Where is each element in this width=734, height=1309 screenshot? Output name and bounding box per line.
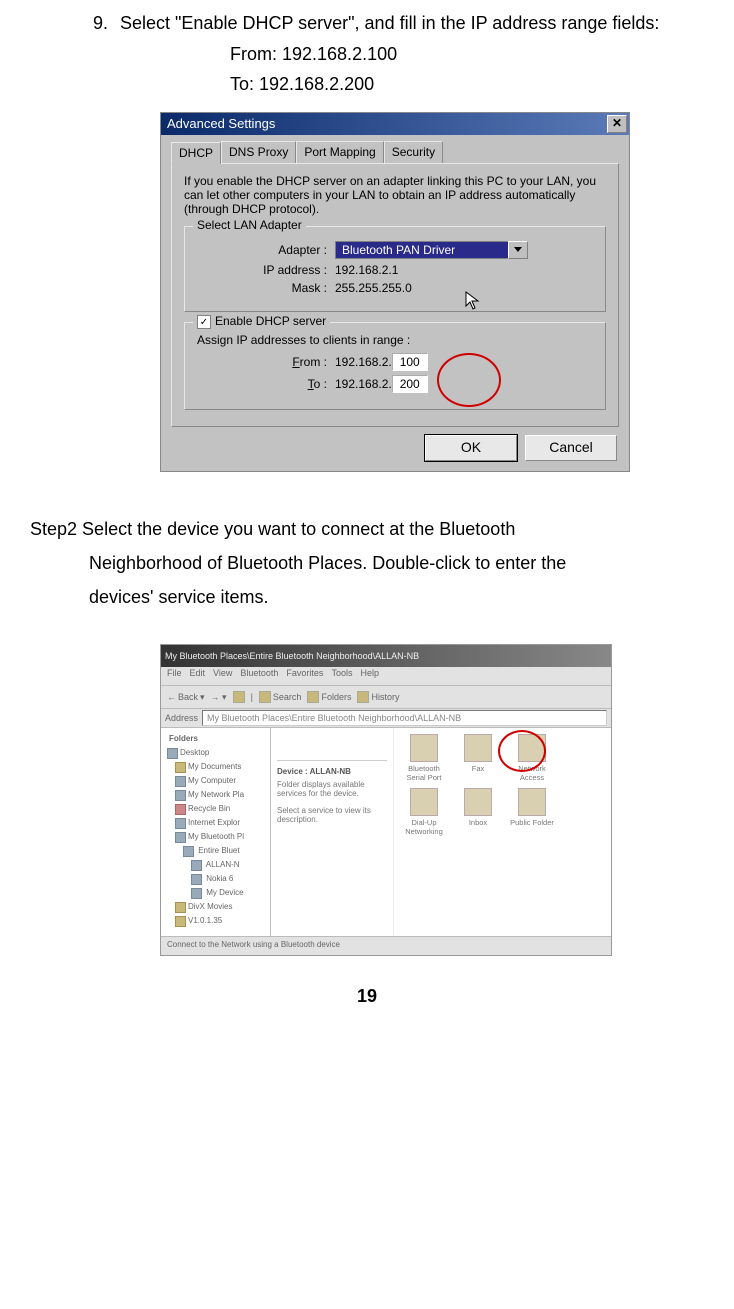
cancel-button[interactable]: Cancel: [525, 435, 617, 461]
titlebar: Advanced Settings ✕: [161, 113, 629, 135]
info-text-1: Folder displays available services for t…: [277, 780, 387, 798]
menu-favorites[interactable]: Favorites: [286, 668, 323, 684]
enable-dhcp-label: Enable DHCP server: [215, 314, 326, 328]
network-access-icon: [518, 734, 546, 762]
folders-button[interactable]: Folders: [307, 691, 351, 703]
step-text: Select "Enable DHCP server", and fill in…: [120, 8, 660, 39]
folders-header: Folders: [163, 732, 207, 746]
dhcp-range-group: ✓Enable DHCP server Assign IP addresses …: [184, 322, 606, 410]
dhcp-description: If you enable the DHCP server on an adap…: [184, 174, 606, 216]
tab-port-mapping[interactable]: Port Mapping: [296, 141, 383, 163]
service-item[interactable]: Public Folder: [508, 788, 556, 836]
search-button[interactable]: Search: [259, 691, 302, 703]
from-line: From: 192.168.2.100: [30, 39, 704, 70]
ip-address-label: IP address :: [197, 263, 335, 277]
to-input[interactable]: 200: [392, 375, 428, 393]
tabs: DHCP DNS Proxy Port Mapping Security: [161, 135, 629, 163]
public-folder-icon: [518, 788, 546, 816]
dialog-buttons: OK Cancel: [161, 435, 629, 471]
inbox-icon: [464, 788, 492, 816]
info-panel: Device : ALLAN-NB Folder displays availa…: [271, 728, 394, 936]
menu-file[interactable]: File: [167, 668, 182, 684]
service-item[interactable]: Bluetooth Serial Port: [400, 734, 448, 782]
menu-edit[interactable]: Edit: [190, 668, 206, 684]
menu-bar: File Edit View Bluetooth Favorites Tools…: [161, 667, 611, 686]
to-prefix: 192.168.2.: [335, 377, 392, 391]
tree-item[interactable]: DivX Movies: [163, 900, 268, 914]
cursor-icon: [465, 291, 481, 311]
tree-item[interactable]: My Device: [163, 886, 268, 900]
device-heading: Device : ALLAN-NB: [277, 767, 387, 776]
step-number: 9.: [30, 8, 108, 39]
adapter-label: Adapter :: [197, 243, 335, 257]
step2-line1: Select the device you want to connect at…: [77, 519, 515, 539]
to-line: To: 192.168.2.200: [30, 69, 704, 100]
ip-address-value: 192.168.2.1: [335, 263, 398, 277]
from-prefix: 192.168.2.: [335, 355, 392, 369]
address-bar: Address My Bluetooth Places\Entire Bluet…: [161, 709, 611, 728]
adapter-select[interactable]: Bluetooth PAN Driver: [335, 241, 528, 259]
service-item[interactable]: Network Access: [508, 734, 556, 782]
step2-line2: Neighborhood of Bluetooth Places. Double…: [89, 546, 704, 580]
fwd-button[interactable]: → ▾: [211, 692, 227, 703]
step2-line3: devices' service items.: [89, 580, 704, 614]
address-input[interactable]: My Bluetooth Places\Entire Bluetooth Nei…: [202, 710, 607, 726]
from-label: From :: [197, 355, 335, 369]
tree-item[interactable]: My Bluetooth Pl: [163, 830, 268, 844]
enable-dhcp-legend: ✓ Enable DHCP server: [193, 314, 330, 330]
back-button[interactable]: ← Back ▾: [167, 692, 205, 703]
close-button[interactable]: ✕: [607, 115, 627, 133]
service-icons: Bluetooth Serial Port Fax Network Access…: [394, 728, 611, 936]
menu-tools[interactable]: Tools: [331, 668, 352, 684]
page-number: 19: [30, 986, 704, 1007]
fax-icon: [464, 734, 492, 762]
menu-help[interactable]: Help: [360, 668, 379, 684]
tree-item[interactable]: Recycle Bin: [163, 802, 268, 816]
info-text-2: Select a service to view its description…: [277, 806, 387, 824]
from-input[interactable]: 100: [392, 353, 428, 371]
folder-tree[interactable]: Folders Desktop My Documents My Computer…: [161, 728, 271, 936]
ok-button[interactable]: OK: [425, 435, 517, 461]
enable-dhcp-checkbox[interactable]: ✓: [197, 315, 211, 329]
tree-item[interactable]: ALLAN-N: [163, 858, 268, 872]
tab-panel: If you enable the DHCP server on an adap…: [171, 163, 619, 427]
mask-value: 255.255.255.0: [335, 281, 412, 295]
service-item[interactable]: Dial-Up Networking: [400, 788, 448, 836]
menu-bluetooth[interactable]: Bluetooth: [240, 668, 278, 684]
adapter-value: Bluetooth PAN Driver: [335, 241, 508, 259]
service-item[interactable]: Inbox: [454, 788, 502, 836]
tree-item[interactable]: Desktop: [163, 746, 268, 760]
tab-security[interactable]: Security: [384, 141, 443, 163]
mask-label: Mask :: [197, 281, 335, 295]
bluetooth-places-window: My Bluetooth Places\Entire Bluetooth Nei…: [160, 644, 612, 956]
tab-dns-proxy[interactable]: DNS Proxy: [221, 141, 296, 163]
status-bar: Connect to the Network using a Bluetooth…: [161, 936, 611, 955]
tree-item[interactable]: My Documents: [163, 760, 268, 774]
assign-range-text: Assign IP addresses to clients in range …: [197, 333, 593, 347]
dialog-title: Advanced Settings: [167, 116, 275, 131]
dropdown-arrow-icon[interactable]: [508, 241, 528, 259]
address-label: Address: [165, 713, 198, 723]
service-item[interactable]: Fax: [454, 734, 502, 782]
bt-titlebar: My Bluetooth Places\Entire Bluetooth Nei…: [161, 645, 611, 667]
up-button[interactable]: [233, 691, 245, 703]
lan-adapter-legend: Select LAN Adapter: [193, 218, 306, 232]
tree-item[interactable]: Entire Bluet: [163, 844, 268, 858]
tree-item[interactable]: Internet Explor: [163, 816, 268, 830]
menu-view[interactable]: View: [213, 668, 232, 684]
to-label: To :: [197, 377, 335, 391]
toolbar: ← Back ▾ → ▾ | Search Folders History: [161, 686, 611, 709]
serial-port-icon: [410, 734, 438, 762]
tree-item[interactable]: Nokia 6: [163, 872, 268, 886]
lan-adapter-group: Select LAN Adapter Adapter : Bluetooth P…: [184, 226, 606, 312]
dialup-icon: [410, 788, 438, 816]
tree-item[interactable]: My Network Pla: [163, 788, 268, 802]
tab-dhcp[interactable]: DHCP: [171, 142, 221, 164]
history-button[interactable]: History: [357, 691, 399, 703]
advanced-settings-dialog: Advanced Settings ✕ DHCP DNS Proxy Port …: [160, 112, 630, 472]
tree-item[interactable]: V1.0.1.35: [163, 914, 268, 928]
step2-label: Step2: [30, 519, 77, 539]
tree-item[interactable]: My Computer: [163, 774, 268, 788]
